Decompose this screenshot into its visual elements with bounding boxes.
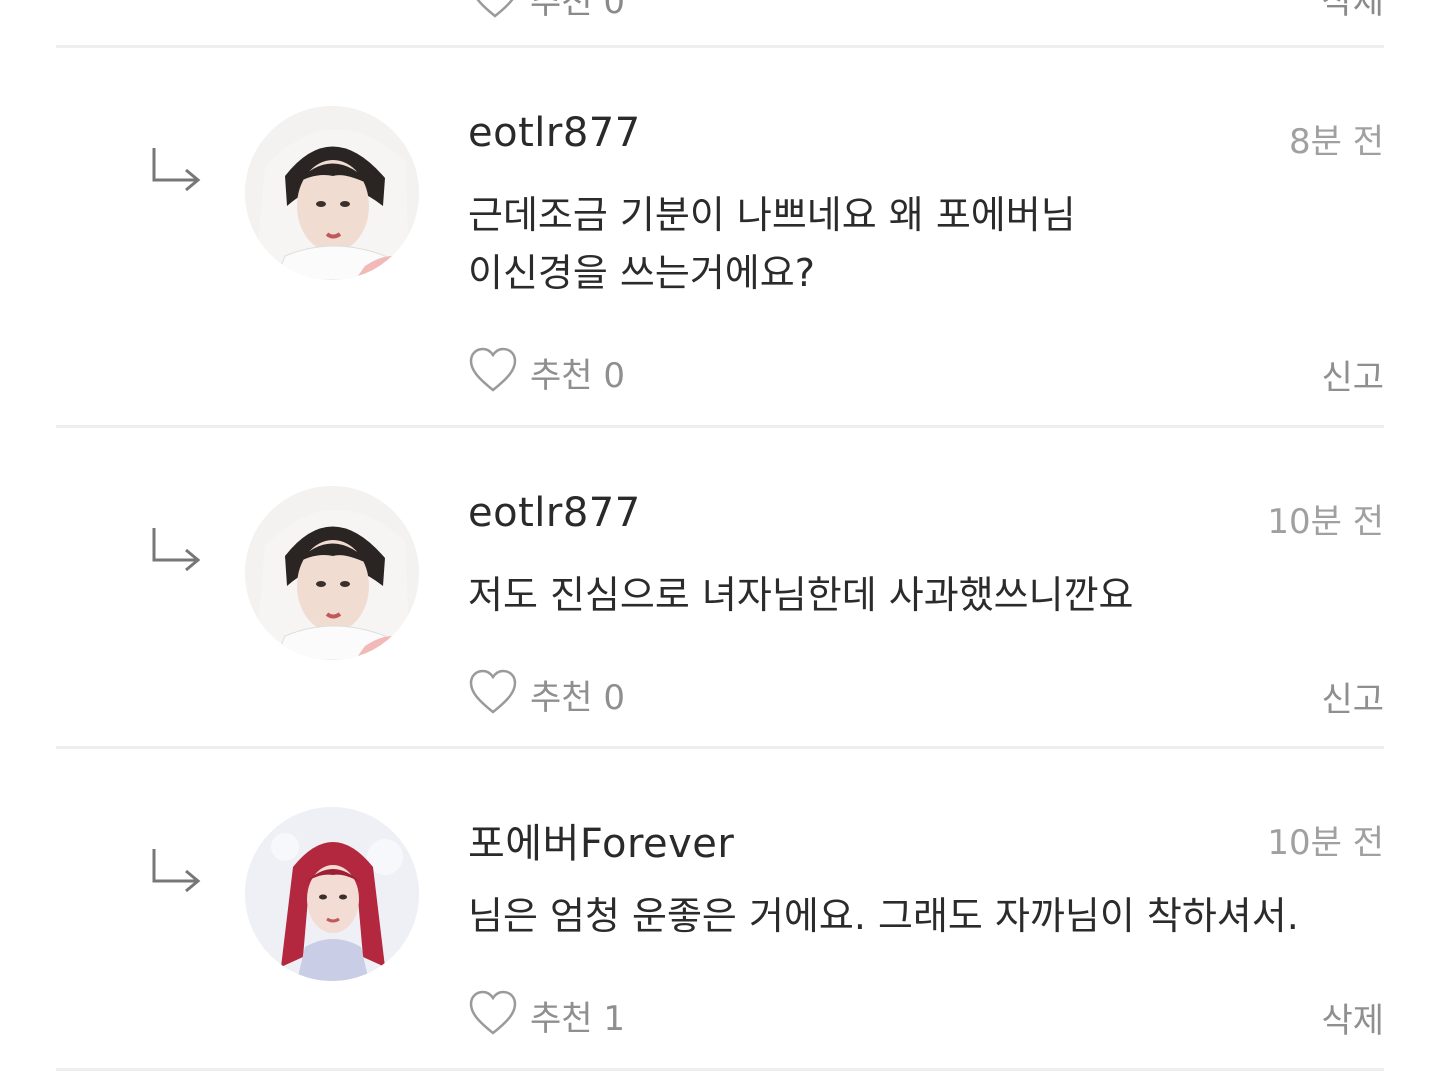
heart-icon[interactable] — [468, 346, 518, 394]
reply-arrow-icon — [152, 849, 201, 893]
like-count[interactable]: 추천 0 — [530, 670, 625, 719]
like-count[interactable]: 추천 0 — [530, 348, 625, 397]
heart-icon[interactable] — [468, 989, 518, 1037]
comment-author[interactable]: eotlr877 — [468, 110, 641, 156]
reply-comment: eotlr877 8분 전 근데조금 기분이 나쁘네요 왜 포에버님 이신경을 … — [0, 48, 1440, 426]
comment-text-line: 님은 엄청 운좋은 거에요. 그래도 자까님이 착하셔서. — [468, 894, 1299, 938]
like-count[interactable]: 추천 0 — [530, 0, 625, 23]
comment-body: 님은 엄청 운좋은 거에요. 그래도 자까님이 착하셔서. — [468, 887, 1368, 945]
avatar[interactable] — [245, 106, 419, 280]
divider — [56, 1068, 1384, 1071]
delete-button[interactable]: 삭제 — [1321, 993, 1384, 1042]
heart-icon[interactable] — [470, 0, 520, 20]
reply-comment: 포에버Forever 10분 전 님은 엄청 운좋은 거에요. 그래도 자까님이… — [0, 749, 1440, 1069]
comment-body: 근데조금 기분이 나쁘네요 왜 포에버님 이신경을 쓰는거에요? — [468, 186, 1288, 302]
comment-timestamp: 8분 전 — [1289, 122, 1384, 162]
avatar[interactable] — [245, 807, 419, 981]
comment-author[interactable]: 포에버Forever — [468, 811, 734, 869]
heart-icon[interactable] — [468, 668, 518, 716]
delete-button[interactable]: 삭제 — [1321, 0, 1384, 23]
reply-arrow-icon — [152, 148, 201, 192]
avatar[interactable] — [245, 486, 419, 660]
comment-timestamp: 10분 전 — [1267, 502, 1384, 542]
comment-body: 저도 진심으로 녀자님한데 사과했쓰니깐요 — [468, 566, 1288, 624]
reply-comment: eotlr877 10분 전 저도 진심으로 녀자님한데 사과했쓰니깐요 추천 … — [0, 428, 1440, 748]
comment-timestamp: 10분 전 — [1267, 823, 1384, 863]
like-count[interactable]: 추천 1 — [530, 991, 625, 1040]
report-button[interactable]: 신고 — [1321, 350, 1384, 399]
comment-text-line: 이신경을 쓰는거에요? — [468, 251, 815, 295]
report-button[interactable]: 신고 — [1321, 672, 1384, 721]
comment-text-line: 저도 진심으로 녀자님한데 사과했쓰니깐요 — [468, 573, 1134, 617]
comment-partial: 추천 0 삭제 — [0, 0, 1440, 46]
comment-text-line: 근데조금 기분이 나쁘네요 왜 포에버님 — [468, 193, 1076, 237]
reply-arrow-icon — [152, 528, 201, 572]
comment-list: 추천 0 삭제 eotlr877 8분 전 근데조금 기분이 나쁘네요 왜 포에… — [0, 0, 1440, 1080]
comment-author[interactable]: eotlr877 — [468, 490, 641, 536]
